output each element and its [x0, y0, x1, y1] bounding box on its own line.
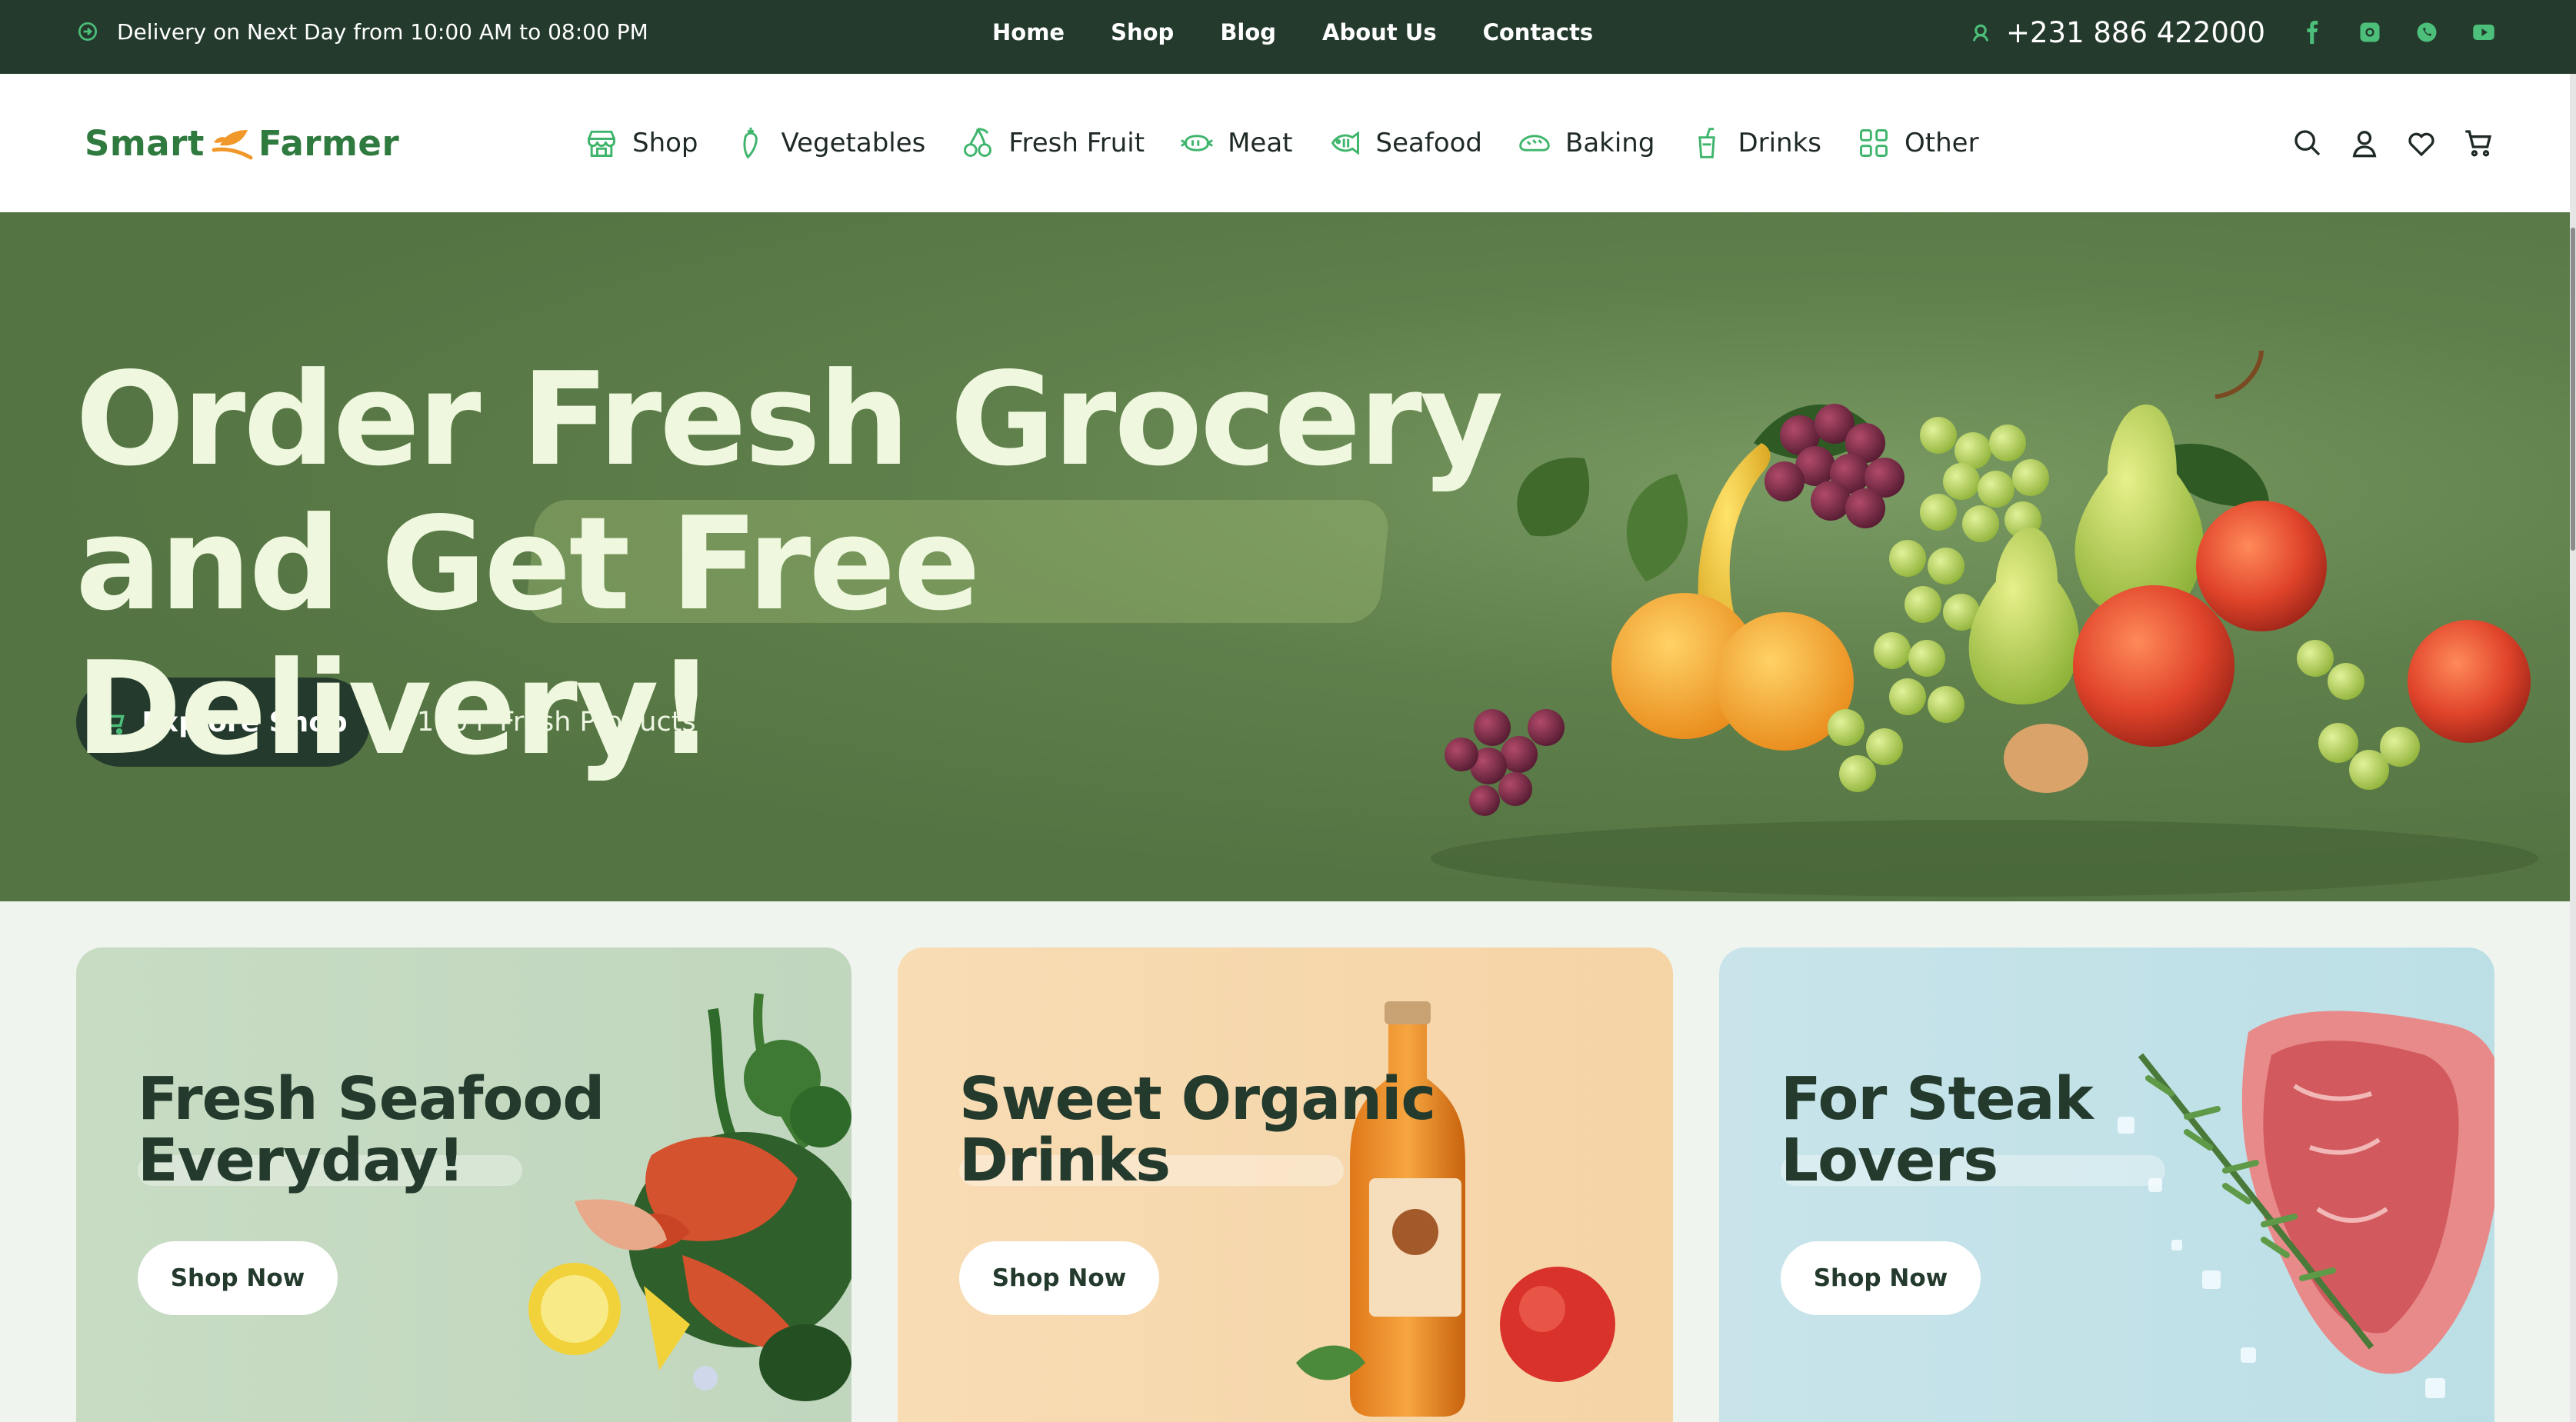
promo-title-line1: Fresh Seafood	[138, 1065, 605, 1134]
delivery-info: Delivery on Next Day from 10:00 AM to 08…	[75, 0, 648, 63]
logo-text-right: Farmer	[258, 122, 400, 164]
store-icon	[588, 130, 615, 157]
leaf-logo-icon	[212, 130, 253, 160]
support-agent-icon	[1972, 24, 1989, 42]
category-nav: Shop Vegetables Fresh Fruit Meat Seafood…	[585, 74, 1979, 212]
drink-icon	[1698, 128, 1716, 158]
top-nav-contacts[interactable]: Contacts	[1483, 19, 1594, 45]
category-label: Seafood	[1375, 128, 1483, 158]
header-actions	[2292, 74, 2494, 212]
cherry-icon	[964, 128, 992, 157]
page-scrollbar[interactable]	[2570, 74, 2576, 1422]
promo-title-line1: For Steak	[1781, 1065, 2094, 1134]
top-nav-blog[interactable]: Blog	[1220, 19, 1276, 45]
promo-card-steak: For Steak Lovers Shop Now	[1719, 947, 2494, 1422]
category-other[interactable]: Other	[1857, 126, 1979, 160]
promo-title-line2: Everyday!	[138, 1127, 465, 1195]
hero-title-line2: and Get Free Delivery!	[75, 490, 981, 784]
delivery-truck-icon	[78, 22, 97, 41]
logo-text-left: Smart	[85, 122, 205, 164]
phone-contact[interactable]: +231 886 422000	[1969, 0, 2265, 65]
social-links	[2301, 0, 2495, 65]
bread-icon	[1519, 135, 1550, 152]
category-seafood[interactable]: Seafood	[1328, 126, 1483, 160]
promo-card-drinks: Sweet Organic Drinks Shop Now	[898, 947, 1673, 1422]
top-nav-about[interactable]: About Us	[1322, 19, 1437, 45]
promo-card-seafood: Fresh Seafood Everyday! Shop Now	[76, 947, 851, 1422]
shop-now-button[interactable]: Shop Now	[959, 1241, 1159, 1315]
top-bar: Delivery on Next Day from 10:00 AM to 08…	[0, 0, 2576, 74]
category-label: Meat	[1228, 128, 1293, 158]
category-label: Drinks	[1738, 128, 1822, 158]
scrollbar-thumb[interactable]	[2571, 228, 2575, 551]
category-label: Fresh Fruit	[1008, 128, 1145, 158]
category-vegetables[interactable]: Vegetables	[734, 126, 926, 160]
category-label: Other	[1905, 128, 1979, 158]
promo-title: For Steak Lovers	[1781, 1065, 2094, 1195]
main-header: Smart Farmer Shop Vegetables Fresh Fruit…	[0, 74, 2570, 212]
category-label: Vegetables	[781, 128, 926, 158]
hero-banner: Order Fresh Grocery and Get Free Deliver…	[0, 212, 2570, 901]
top-nav: Home Shop Blog About Us Contacts	[992, 0, 1593, 65]
category-label: Shop	[632, 128, 698, 158]
promo-title: Fresh Seafood Everyday!	[138, 1065, 605, 1195]
hero-title: Order Fresh Grocery and Get Free Deliver…	[75, 348, 1537, 781]
category-fresh-fruit[interactable]: Fresh Fruit	[961, 126, 1145, 160]
youtube-icon[interactable]	[2472, 21, 2495, 44]
phone-number: +231 886 422000	[2006, 15, 2266, 49]
carrot-icon	[743, 127, 758, 159]
delivery-text: Delivery on Next Day from 10:00 AM to 08…	[117, 18, 648, 45]
promo-title-line2: Lovers	[1781, 1127, 1998, 1195]
whatsapp-icon[interactable]	[2415, 21, 2438, 44]
heart-icon[interactable]	[2406, 128, 2437, 158]
search-icon[interactable]	[2292, 128, 2323, 158]
shop-now-button[interactable]: Shop Now	[1781, 1241, 1981, 1315]
top-nav-home[interactable]: Home	[992, 19, 1065, 45]
promo-title-line1: Sweet Organic	[959, 1065, 1436, 1134]
facebook-icon[interactable]	[2301, 21, 2324, 44]
category-shop[interactable]: Shop	[585, 126, 698, 160]
fish-icon	[1331, 131, 1359, 155]
grid-icon	[1860, 129, 1888, 157]
shop-now-button[interactable]: Shop Now	[138, 1241, 338, 1315]
category-meat[interactable]: Meat	[1180, 126, 1293, 160]
user-icon[interactable]	[2349, 128, 2380, 158]
category-baking[interactable]: Baking	[1518, 126, 1655, 160]
promo-title-line2: Drinks	[959, 1127, 1171, 1195]
instagram-icon[interactable]	[2358, 21, 2381, 44]
top-nav-shop[interactable]: Shop	[1111, 19, 1174, 45]
hero-title-line1: Order Fresh Grocery	[75, 345, 1504, 495]
category-drinks[interactable]: Drinks	[1690, 126, 1821, 160]
sausage-icon	[1181, 135, 1214, 152]
logo[interactable]: Smart Farmer	[85, 74, 399, 212]
cart-icon[interactable]	[2463, 128, 2494, 158]
promo-title: Sweet Organic Drinks	[959, 1065, 1436, 1195]
category-label: Baking	[1565, 128, 1655, 158]
